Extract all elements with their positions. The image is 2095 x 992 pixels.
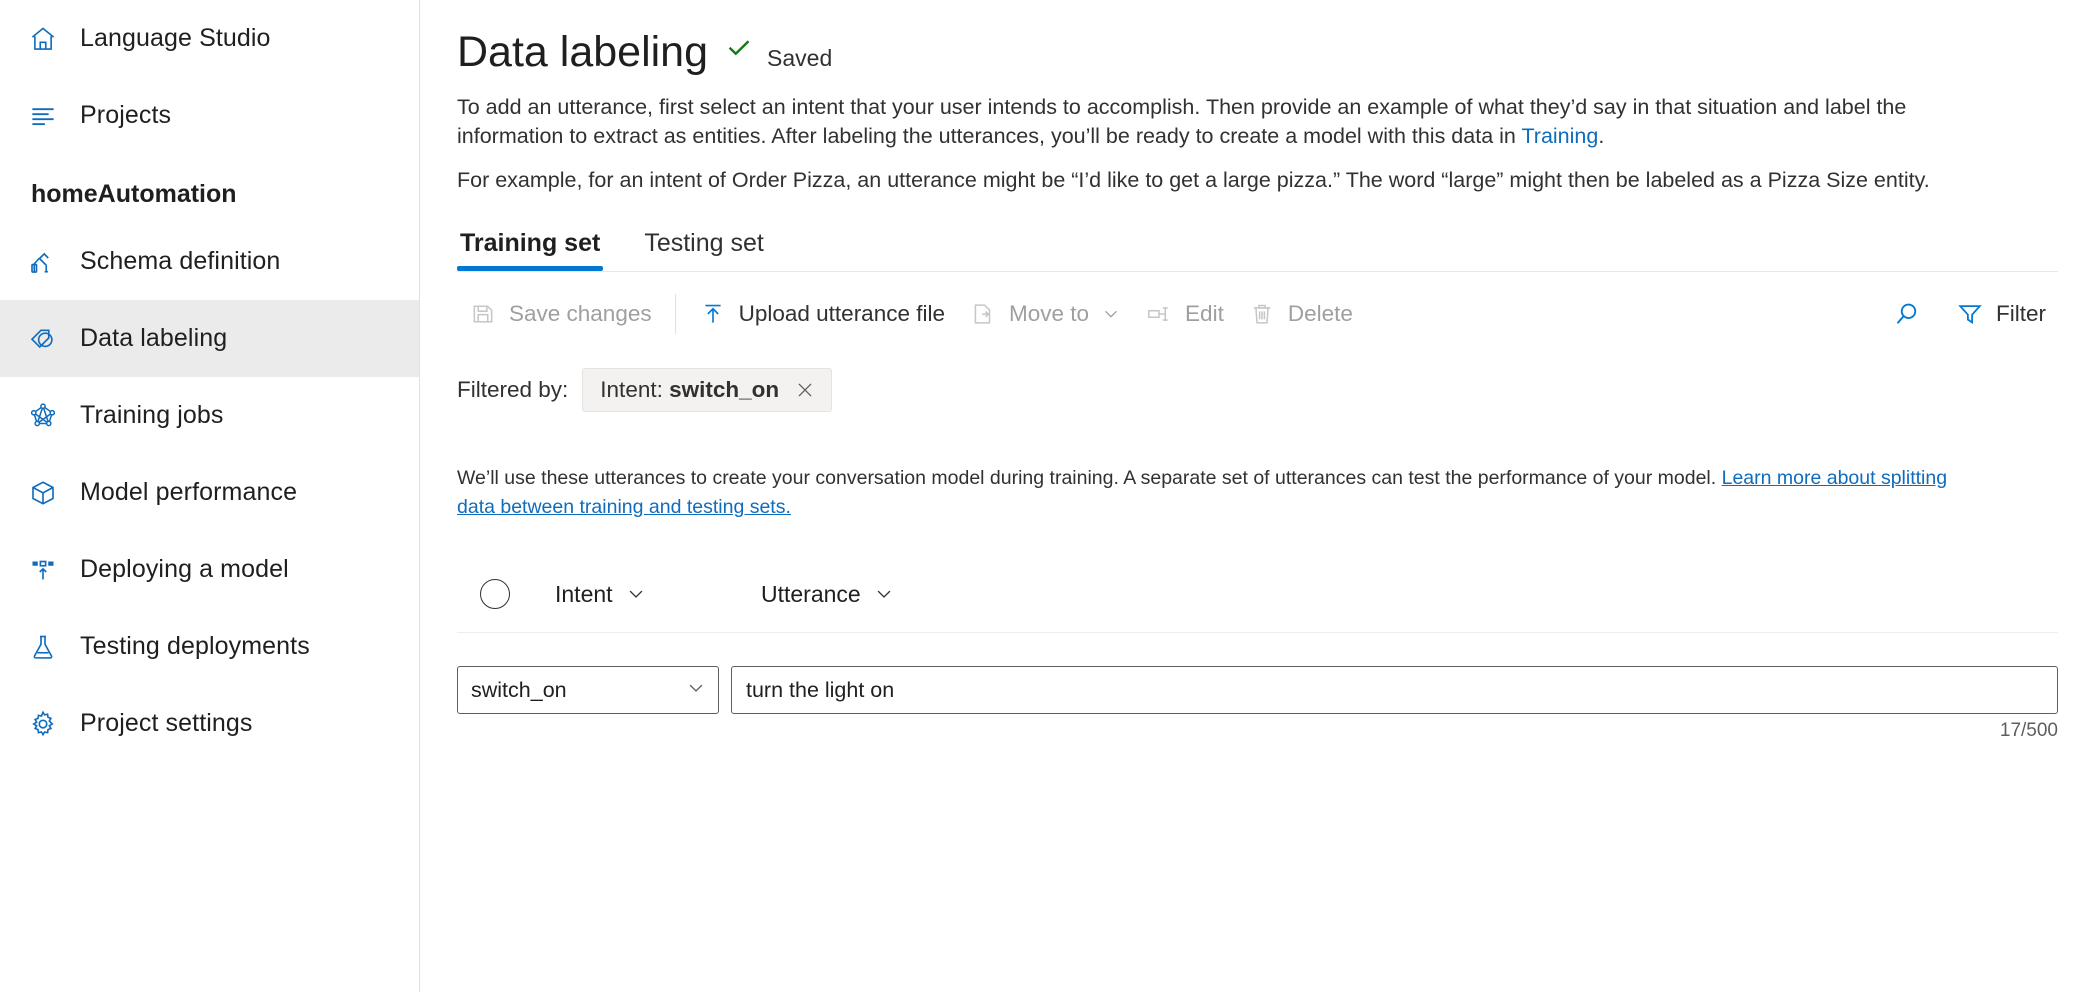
description-text-before: To add an utterance, first select an int… [457,95,1906,148]
character-counter: 17/500 [2000,720,2058,742]
home-icon [26,22,60,56]
sidebar-item-label: Project settings [80,709,253,738]
trash-icon [1248,300,1276,328]
upload-utterance-file-button[interactable]: Upload utterance file [687,291,957,337]
upload-utterance-file-label: Upload utterance file [739,301,945,327]
note-text: We’ll use these utterances to create you… [457,467,1722,489]
chevron-down-icon [1101,304,1121,324]
edit-button[interactable]: Edit [1133,291,1236,337]
edit-icon [1145,300,1173,328]
move-to-label: Move to [1009,301,1089,327]
tab-label: Training set [460,229,600,257]
tab-label: Testing set [644,229,764,257]
flask-icon [26,630,60,664]
search-icon[interactable] [1884,291,1930,337]
move-to-button[interactable]: Move to [957,291,1133,337]
sidebar-item-deploying-a-model[interactable]: Deploying a model [0,531,419,608]
sidebar-item-label: Training jobs [80,401,224,430]
sidebar-item-label: Testing deployments [80,632,310,661]
gear-icon [26,707,60,741]
sidebar-item-project-settings[interactable]: Project settings [0,685,419,762]
schema-icon [26,245,60,279]
check-icon [724,32,754,62]
page-title: Data labeling [457,30,708,75]
sidebar-spacer [0,154,419,165]
network-icon [26,399,60,433]
save-icon [469,300,497,328]
tag-icon [26,322,60,356]
close-icon[interactable] [793,378,817,402]
filter-chip-prefix: Intent: [600,377,669,402]
description-paragraph-2: For example, for an intent of Order Pizz… [457,166,2003,195]
column-header-label: Intent [555,581,613,608]
column-header-utterance[interactable]: Utterance [761,581,895,608]
sidebar-item-testing-deployments[interactable]: Testing deployments [0,608,419,685]
sidebar-item-data-labeling[interactable]: Data labeling [0,300,419,377]
chevron-down-icon [685,677,707,704]
save-changes-button[interactable]: Save changes [457,291,664,337]
counter-row: 17/500 [457,720,2058,742]
command-toolbar: Save changes Upload utterance file [457,282,2058,346]
sidebar-item-label: Projects [80,101,171,130]
select-all-checkbox[interactable] [480,579,510,609]
tab-training-set[interactable]: Training set [457,229,603,271]
sidebar-item-schema-definition[interactable]: Schema definition [0,223,419,300]
toolbar-divider [675,294,676,334]
filter-chip-intent[interactable]: Intent: switch_on [582,368,832,412]
description-text-after: . [1598,124,1604,148]
cube-icon [26,476,60,510]
training-testing-note: We’ll use these utterances to create you… [457,464,1987,523]
column-header-intent[interactable]: Intent [555,581,761,608]
tabs-divider [457,271,2058,272]
page-header: Data labeling Saved [457,30,2058,75]
sidebar-item-label: Model performance [80,478,297,507]
tab-list: Training set Testing set [457,229,2058,271]
sidebar-item-language-studio[interactable]: Language Studio [0,0,419,77]
sidebar-item-projects[interactable]: Projects [0,77,419,154]
chevron-down-icon [625,583,647,605]
filter-chip-value: switch_on [669,377,779,402]
app-root: Language Studio Projects homeAutomation [0,0,2095,992]
edit-label: Edit [1185,301,1224,327]
delete-button[interactable]: Delete [1236,291,1365,337]
sidebar-item-label: Deploying a model [80,555,289,584]
filter-icon [1956,300,1984,328]
utterance-input[interactable]: turn the light on [731,666,2058,714]
filter-bar: Filtered by: Intent: switch_on [457,368,2058,412]
main-content: Data labeling Saved To add an utterance,… [420,0,2095,992]
save-changes-label: Save changes [509,301,652,327]
table-header-divider [457,632,2058,633]
filter-button[interactable]: Filter [1944,291,2058,337]
utterance-input-value: turn the light on [746,678,894,703]
delete-label: Delete [1288,301,1353,327]
move-to-icon [969,300,997,328]
table-row: switch_on turn the light on [457,666,2058,714]
sidebar-item-label: Language Studio [80,24,271,53]
training-link[interactable]: Training [1521,124,1598,148]
sidebar: Language Studio Projects homeAutomation [0,0,420,992]
sidebar-item-label: Schema definition [80,247,280,276]
toolbar-right-group: Filter [1884,291,2058,337]
filter-chip-text: Intent: switch_on [600,377,779,403]
filter-label: Filter [1996,301,2046,327]
description-paragraph-1: To add an utterance, first select an int… [457,93,2003,151]
tab-testing-set[interactable]: Testing set [641,229,767,271]
deploy-icon [26,553,60,587]
list-icon [26,99,60,133]
sidebar-item-label: Data labeling [80,324,227,353]
upload-icon [699,300,727,328]
intent-select[interactable]: switch_on [457,666,719,714]
chevron-down-icon [873,583,895,605]
filtered-by-label: Filtered by: [457,377,568,403]
sidebar-item-training-jobs[interactable]: Training jobs [0,377,419,454]
column-header-label: Utterance [761,581,861,608]
status-badge: Saved [767,45,832,72]
sidebar-project-name: homeAutomation [0,165,419,223]
table-header-row: Intent Utterance [457,566,2058,622]
sidebar-item-model-performance[interactable]: Model performance [0,454,419,531]
intent-select-value: switch_on [471,678,685,703]
